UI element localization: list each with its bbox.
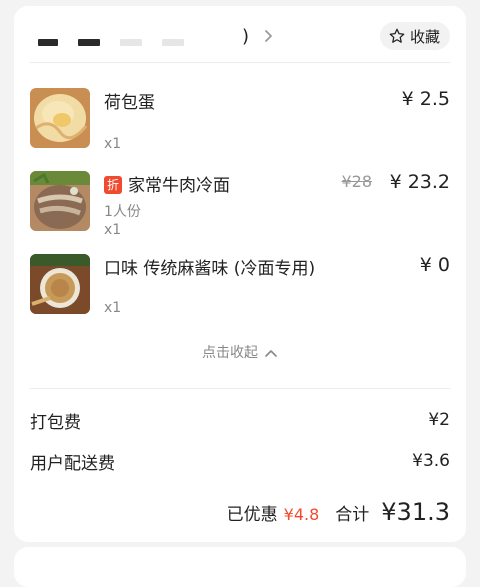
order-item[interactable]: 口味 传统麻酱味 (冷面专用) x1 ¥ 0 xyxy=(30,254,450,318)
star-outline-icon xyxy=(389,28,405,43)
order-item[interactable]: 折家常牛肉冷面 1人份 x1 ¥28 ¥ 23.2 xyxy=(30,171,450,238)
fee-row-delivery: 用户配送费 ¥3.6 xyxy=(30,449,450,474)
next-card xyxy=(14,547,466,587)
discount-label: 已优惠 xyxy=(226,505,278,525)
shop-name-suffix: ) xyxy=(242,26,250,47)
chevron-right-icon[interactable] xyxy=(258,26,278,46)
discount-badge: 折 xyxy=(104,176,122,194)
total-amount: ¥31.3 xyxy=(381,498,450,526)
item-price: ¥ 0 xyxy=(419,254,450,276)
favorite-button[interactable]: 收藏 xyxy=(379,22,450,50)
order-summary: 已优惠 ¥4.8 合计 ¥31.3 xyxy=(227,498,450,526)
item-qty: x1 xyxy=(104,222,122,238)
item-price: ¥ 2.5 xyxy=(401,88,450,110)
redaction-bar xyxy=(38,38,58,46)
shop-name-redacted xyxy=(38,32,184,52)
collapse-toggle[interactable]: 点击收起 xyxy=(14,342,466,362)
total-label: 合计 xyxy=(335,505,370,525)
redaction-bar xyxy=(162,38,184,46)
fee-value: ¥3.6 xyxy=(412,451,450,471)
item-price: ¥ 23.2 xyxy=(389,171,450,193)
chevron-up-icon xyxy=(265,350,277,357)
item-name: 口味 传统麻酱味 (冷面专用) xyxy=(104,259,316,279)
redaction-bar xyxy=(78,38,100,46)
divider xyxy=(30,388,450,389)
favorite-label: 收藏 xyxy=(409,27,440,46)
item-qty: x1 xyxy=(104,136,122,152)
item-image-sesame-sauce xyxy=(30,254,90,314)
fee-label: 打包费 xyxy=(30,412,81,433)
discount-amount: ¥4.8 xyxy=(283,505,320,524)
order-item[interactable]: 荷包蛋 x1 ¥ 2.5 xyxy=(30,88,450,152)
fee-label: 用户配送费 xyxy=(30,453,115,474)
shop-header[interactable]: ) 收藏 xyxy=(14,6,466,62)
item-image-egg xyxy=(30,88,90,148)
order-card: ) 收藏 荷包蛋 x1 ¥ 2.5 折 家常牛肉冷面 1人份 x1 ¥28 ¥ … xyxy=(14,6,466,542)
item-original-price: ¥28 xyxy=(341,172,372,191)
fee-value: ¥2 xyxy=(428,410,450,430)
item-name: 荷包蛋 xyxy=(104,93,155,113)
item-spec: 1人份 xyxy=(104,204,141,220)
fee-row-packaging: 打包费 ¥2 xyxy=(30,408,450,433)
divider xyxy=(30,62,450,63)
item-qty: x1 xyxy=(104,300,122,316)
item-name-text: 家常牛肉冷面 xyxy=(128,176,230,196)
collapse-label: 点击收起 xyxy=(202,345,258,361)
item-image-cold-noodles xyxy=(30,171,90,231)
item-name: 折家常牛肉冷面 xyxy=(104,171,230,196)
redaction-bar xyxy=(120,38,142,46)
